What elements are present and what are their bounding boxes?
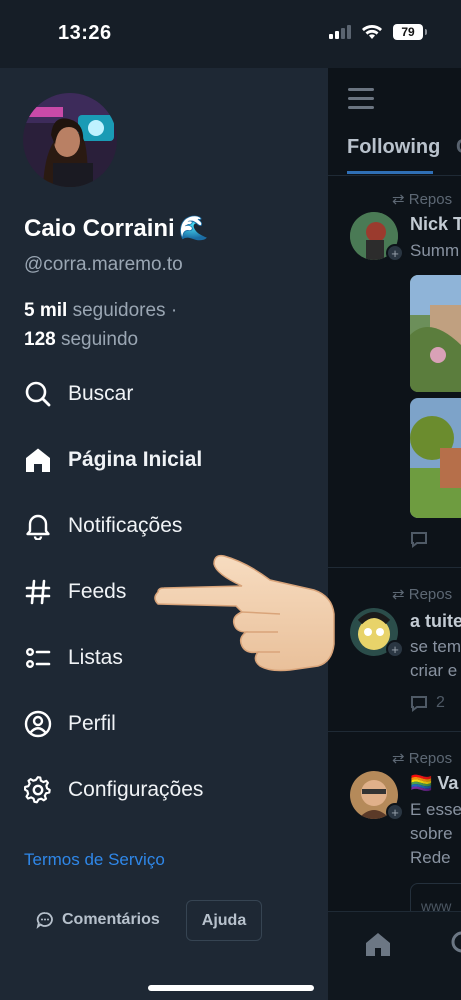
menu-label: Buscar [68, 382, 134, 405]
follow-plus-icon[interactable]: + [386, 803, 404, 821]
divider [328, 567, 461, 568]
post-text: sobre [410, 824, 453, 843]
wifi-icon [362, 25, 382, 39]
search-icon [24, 380, 52, 408]
menu-item-search[interactable]: Buscar [24, 374, 133, 414]
home-icon [24, 446, 52, 474]
pointing-hand-icon [154, 554, 335, 672]
status-time: 13:26 [58, 22, 112, 44]
post-text: E esse [410, 800, 461, 819]
speech-bubble-icon [36, 912, 53, 929]
menu-icon[interactable] [348, 88, 374, 115]
reply-button[interactable] [410, 530, 428, 548]
menu-label: Configurações [68, 778, 204, 801]
post-text: Summ [410, 241, 460, 260]
battery-icon: 79 [393, 24, 427, 40]
comment-icon [411, 532, 427, 548]
repost-indicator: ⇄ Repos [392, 191, 453, 208]
profile-stats[interactable]: 5 mil seguidores · 128 seguindo [24, 296, 177, 354]
gear-icon [24, 776, 52, 804]
bottom-tab-bar [328, 911, 461, 1000]
display-name: Caio Corraini 🌊 [24, 214, 209, 243]
search-tab-icon[interactable] [450, 930, 461, 958]
list-icon [24, 644, 52, 672]
reply-count: 2 [436, 694, 445, 711]
navigation-drawer: Caio Corraini 🌊 @corra.maremo.to 5 mil s… [0, 68, 328, 1000]
post-author[interactable]: 🏳️‍🌈 Va [410, 773, 458, 794]
terms-of-service-link[interactable]: Termos de Serviço [24, 850, 165, 870]
follow-plus-icon[interactable]: + [386, 244, 404, 262]
menu-item-profile[interactable]: Perfil [24, 704, 116, 744]
post-author[interactable]: a tuite [410, 611, 461, 632]
help-button[interactable]: Ajuda [186, 900, 262, 941]
home-tab-icon[interactable] [364, 930, 392, 958]
menu-item-lists[interactable]: Listas [24, 638, 123, 678]
followers-count: 5 mil [24, 300, 68, 321]
follow-plus-icon[interactable]: + [386, 640, 404, 658]
cellular-signal-icon [329, 25, 351, 39]
bell-icon [24, 512, 52, 540]
divider [328, 175, 461, 176]
profile-handle: @corra.maremo.to [24, 254, 183, 275]
menu-label: Notificações [68, 514, 183, 537]
tab-indicator [347, 171, 433, 174]
menu-label: Feeds [68, 580, 127, 603]
divider [328, 731, 461, 732]
tab-following[interactable]: Following [347, 136, 440, 159]
menu-label: Página Inicial [68, 448, 203, 471]
user-circle-icon [24, 710, 52, 738]
post-image[interactable] [410, 398, 461, 518]
following-label: seguindo [60, 329, 139, 350]
hash-icon [24, 578, 52, 606]
status-bar: 13:26 79 [0, 0, 461, 68]
feedback-label: Comentários [62, 911, 160, 928]
post-text: criar e [410, 661, 458, 680]
status-icons: 79 [329, 24, 427, 40]
menu-item-home[interactable]: Página Inicial [24, 440, 202, 480]
wave-emoji: 🌊 [178, 215, 209, 242]
comment-icon [411, 696, 427, 712]
post-author[interactable]: Nick T [410, 214, 461, 235]
profile-avatar[interactable] [23, 93, 117, 187]
home-feed: Following C ⇄ Repos + Nick T Summ [328, 68, 461, 1000]
menu-label: Listas [68, 646, 123, 669]
menu-item-notifications[interactable]: Notificações [24, 506, 182, 546]
post-image[interactable] [410, 275, 461, 392]
following-count: 128 [24, 329, 56, 350]
tab-next[interactable]: C [456, 136, 461, 159]
followers-label: seguidores · [72, 300, 178, 321]
home-indicator [148, 985, 314, 991]
repost-indicator: ⇄ Repos [392, 750, 453, 767]
repost-indicator: ⇄ Repos [392, 586, 453, 603]
menu-item-feeds[interactable]: Feeds [24, 572, 126, 612]
post-text: Rede [410, 848, 451, 867]
menu-label: Perfil [68, 712, 116, 735]
menu-item-settings[interactable]: Configurações [24, 770, 203, 810]
post-text: se tem [410, 637, 461, 656]
reply-button[interactable]: 2 [410, 694, 445, 712]
feedback-button[interactable]: Comentários [24, 900, 172, 940]
